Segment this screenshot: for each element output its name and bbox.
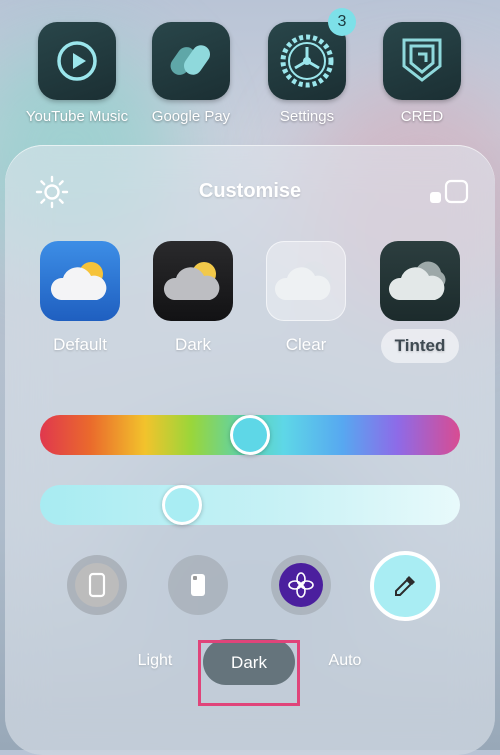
app-google-pay[interactable]: Google Pay bbox=[136, 22, 246, 125]
appearance-option-auto[interactable]: Auto bbox=[305, 652, 385, 670]
phone-case-button[interactable] bbox=[168, 555, 228, 615]
weather-cloud-sun-icon bbox=[40, 241, 120, 321]
weather-cloud-sun-dark-icon bbox=[153, 241, 233, 321]
google-pay-icon bbox=[152, 22, 230, 100]
app-youtube-music[interactable]: YouTube Music bbox=[22, 22, 132, 125]
eyedropper-icon bbox=[395, 576, 415, 596]
style-label: Clear bbox=[285, 335, 327, 354]
home-screen-apps: YouTube Music Google Pay 3 Settings CRED bbox=[0, 0, 500, 140]
style-label: Default bbox=[53, 335, 107, 354]
notification-badge: 3 bbox=[328, 8, 356, 36]
wallpaper-button[interactable] bbox=[67, 555, 127, 615]
hue-slider-thumb[interactable] bbox=[230, 415, 270, 455]
style-option-clear[interactable]: Clear bbox=[256, 241, 356, 355]
icon-size-icon bbox=[430, 179, 469, 204]
app-label: CRED bbox=[400, 108, 444, 125]
annotation-highlight-box bbox=[198, 640, 300, 706]
style-label-selected: Tinted bbox=[380, 329, 460, 363]
flower-icon bbox=[288, 572, 314, 598]
flower-button[interactable] bbox=[271, 555, 331, 615]
color-picker-button[interactable] bbox=[370, 551, 440, 621]
style-option-dark[interactable]: Dark bbox=[143, 241, 243, 355]
style-label: Dark bbox=[175, 335, 211, 354]
weather-cloud-tinted-icon bbox=[380, 241, 460, 321]
phone-icon bbox=[88, 572, 106, 598]
panel-title: Customise bbox=[198, 180, 302, 202]
app-cred[interactable]: CRED bbox=[367, 22, 477, 125]
cred-shield-icon bbox=[383, 22, 461, 100]
phone-case-icon bbox=[191, 574, 205, 596]
app-label: YouTube Music bbox=[25, 108, 129, 125]
appearance-option-light[interactable]: Light bbox=[115, 652, 195, 670]
app-label: Settings bbox=[279, 108, 335, 125]
hue-slider[interactable] bbox=[40, 415, 460, 455]
brightness-slider[interactable] bbox=[40, 485, 460, 525]
brightness-slider-thumb[interactable] bbox=[161, 485, 202, 525]
style-option-tinted[interactable]: Tinted bbox=[370, 241, 470, 363]
play-circle-icon bbox=[38, 22, 116, 100]
icon-size-toggle[interactable] bbox=[429, 179, 469, 205]
app-label: Google Pay bbox=[151, 108, 231, 125]
weather-cloud-clear-icon bbox=[266, 241, 346, 321]
app-settings[interactable]: 3 Settings bbox=[252, 8, 362, 125]
style-option-default[interactable]: Default bbox=[30, 241, 130, 355]
